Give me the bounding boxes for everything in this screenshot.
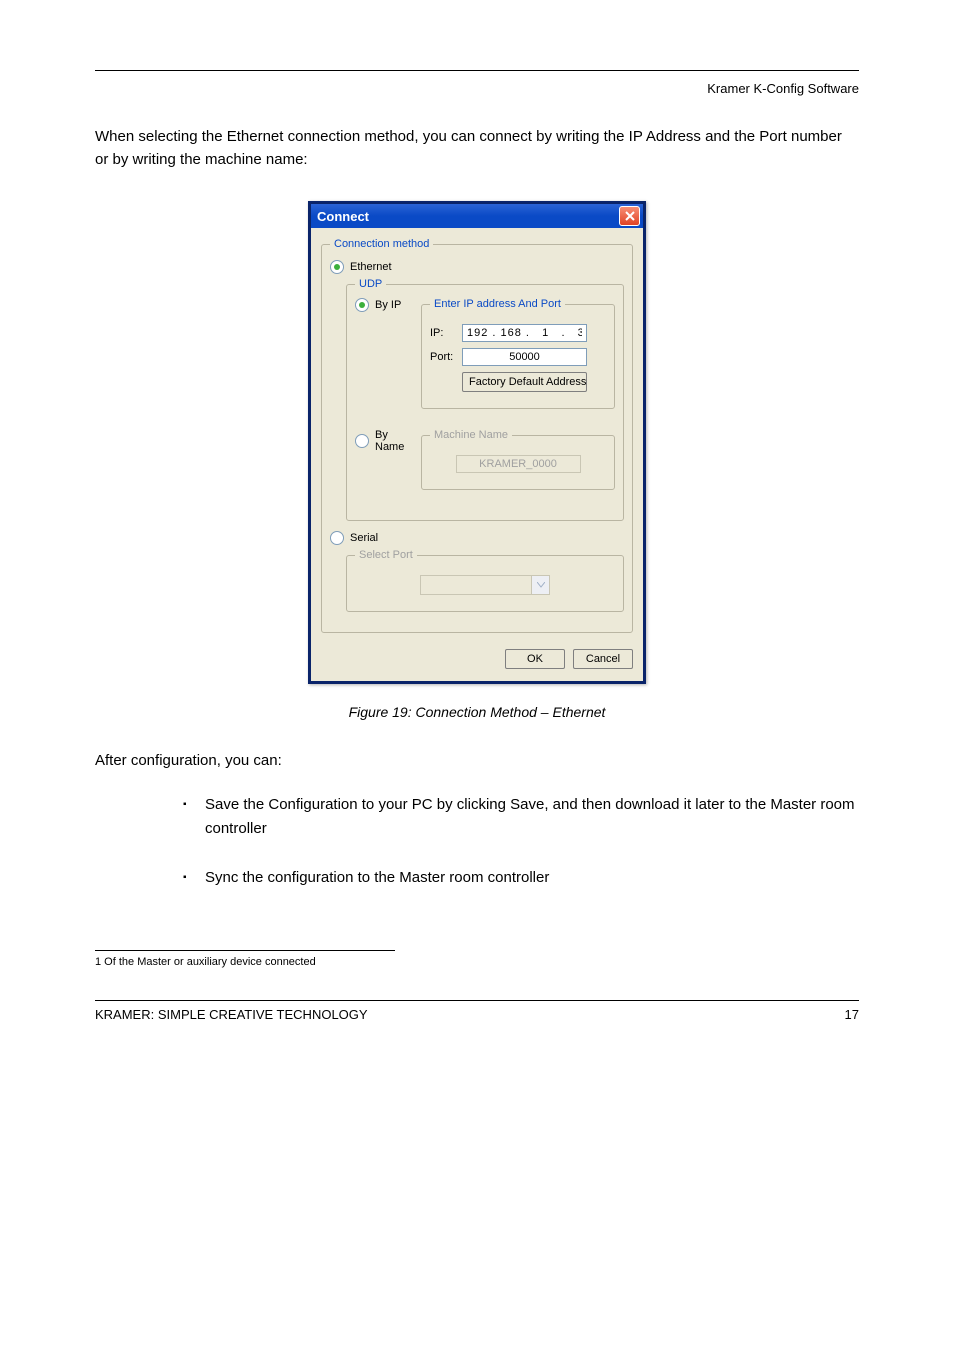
ok-button[interactable]: OK — [505, 649, 565, 669]
serial-port-combo — [420, 575, 550, 595]
connection-method-group: Connection method Ethernet UDP By IP — [321, 238, 633, 633]
chevron-down-icon — [532, 575, 550, 595]
radio-icon — [330, 531, 344, 545]
radio-icon — [330, 260, 344, 274]
by-name-label: By Name — [375, 429, 411, 453]
page-header-section: Kramer K-Config Software — [95, 81, 859, 96]
by-ip-radio[interactable] — [355, 298, 369, 312]
ip-port-legend: Enter IP address And Port — [430, 298, 565, 310]
machine-name-group: Machine Name — [421, 429, 615, 490]
ip-port-group: Enter IP address And Port IP: Port: — [421, 298, 615, 409]
ethernet-radio-row[interactable]: Ethernet — [330, 260, 624, 274]
footnote: 1 Of the Master or auxiliary device conn… — [95, 955, 859, 970]
conclusion-intro: After configuration, you can: — [95, 750, 859, 773]
port-input[interactable] — [462, 348, 587, 366]
ethernet-radio-label: Ethernet — [350, 261, 392, 273]
select-port-legend: Select Port — [355, 549, 417, 561]
serial-radio-label: Serial — [350, 532, 378, 544]
serial-radio-row[interactable]: Serial — [330, 531, 624, 545]
machine-name-input — [456, 455, 581, 473]
footer-left: KRAMER: SIMPLE CREATIVE TECHNOLOGY — [95, 1007, 368, 1022]
udp-legend: UDP — [355, 278, 386, 290]
machine-name-legend: Machine Name — [430, 429, 512, 441]
close-button[interactable] — [619, 206, 640, 226]
port-label: Port: — [430, 351, 462, 363]
connect-dialog: Connect Connection method Ethernet UDP — [308, 201, 646, 684]
dialog-title: Connect — [317, 209, 369, 224]
close-icon — [625, 211, 635, 221]
bullet-1: Save the Configuration to your PC by cli… — [95, 793, 859, 841]
by-name-radio[interactable] — [355, 434, 369, 448]
bullet-2: Sync the configuration to the Master roo… — [95, 866, 859, 890]
ip-input[interactable] — [462, 324, 587, 342]
ip-label: IP: — [430, 327, 462, 339]
footer-page-number: 17 — [845, 1007, 859, 1022]
udp-group: UDP By IP Enter IP address And Port IP: — [346, 278, 624, 521]
select-port-group: Select Port — [346, 549, 624, 612]
cancel-button[interactable]: Cancel — [573, 649, 633, 669]
intro-text: When selecting the Ethernet connection m… — [95, 126, 859, 171]
factory-default-button[interactable]: Factory Default Address — [462, 372, 587, 392]
figure-caption: Figure 19: Connection Method – Ethernet — [95, 704, 859, 720]
dialog-titlebar: Connect — [311, 204, 643, 228]
by-ip-label: By IP — [375, 299, 401, 311]
connection-method-legend: Connection method — [330, 238, 433, 250]
